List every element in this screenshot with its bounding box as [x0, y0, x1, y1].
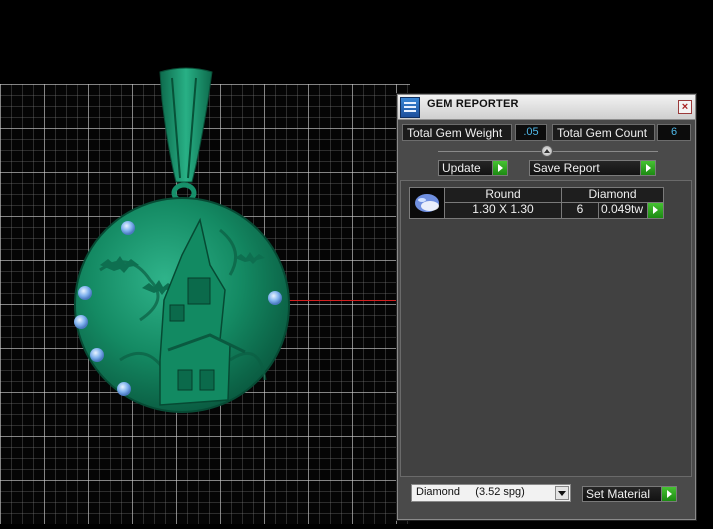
save-report-button[interactable]: Save Report	[529, 160, 656, 176]
total-gem-count-value: 6	[657, 124, 691, 141]
set-material-label: Set Material	[586, 487, 651, 501]
gem-list-area[interactable]: Round Diamond 1.30 X 1.30 6 0.049tw	[400, 180, 692, 477]
bail-shape	[159, 67, 213, 183]
gem-4	[90, 348, 104, 362]
collapse-toggle-icon[interactable]	[541, 145, 553, 157]
gem-2	[78, 286, 92, 300]
panel-title: GEM REPORTER	[427, 98, 519, 110]
pendant-model[interactable]	[60, 60, 310, 440]
play-arrow-icon	[492, 161, 507, 175]
panel-titlebar[interactable]: GEM REPORTER ×	[398, 95, 695, 120]
gem-6	[268, 291, 282, 305]
close-button[interactable]: ×	[678, 100, 692, 114]
gem-report-icon	[400, 97, 420, 118]
update-button[interactable]: Update	[438, 160, 508, 176]
gem-row-expand-button[interactable]	[647, 202, 664, 219]
gem-3	[74, 315, 88, 329]
total-gem-weight-value: .05	[515, 124, 547, 141]
play-arrow-icon	[661, 487, 676, 501]
gem-count-cell: 6	[561, 202, 599, 219]
gem-weight-cell: 0.049tw	[598, 202, 648, 219]
gem-shape-header: Round	[444, 187, 562, 203]
gem-reporter-panel: GEM REPORTER × Total Gem Weight .05 Tota…	[397, 94, 696, 520]
total-gem-weight-label: Total Gem Weight	[402, 124, 512, 141]
material-select[interactable]: Diamond (3.52 spg)	[411, 484, 571, 502]
update-label: Update	[442, 161, 481, 175]
total-gem-count-label: Total Gem Count	[552, 124, 655, 141]
gem-5	[117, 382, 131, 396]
gem-1	[121, 221, 135, 235]
save-report-label: Save Report	[533, 161, 600, 175]
gem-size-cell: 1.30 X 1.30	[444, 202, 562, 219]
play-arrow-icon	[648, 203, 663, 218]
material-select-value: Diamond (3.52 spg)	[416, 486, 525, 498]
chevron-down-icon[interactable]	[555, 486, 569, 500]
gem-material-header: Diamond	[561, 187, 664, 203]
diamond-gem-icon[interactable]	[409, 187, 445, 219]
set-material-button[interactable]: Set Material	[582, 486, 677, 502]
play-arrow-icon	[640, 161, 655, 175]
